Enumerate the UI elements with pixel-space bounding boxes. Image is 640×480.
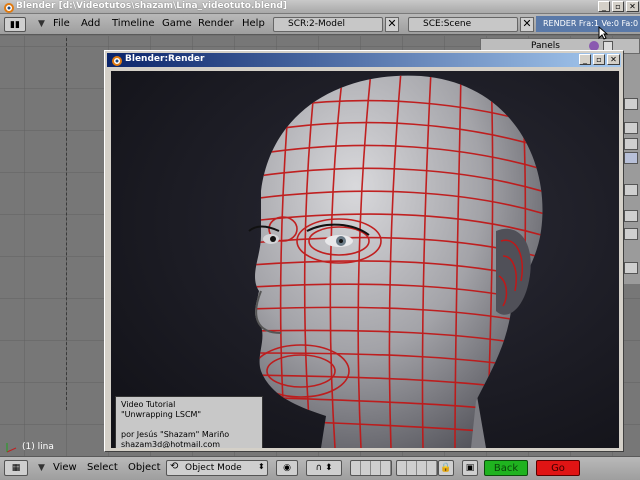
caption-line: "Unwrapping LSCM" [121,410,202,419]
layer-grid-icon[interactable] [396,460,438,476]
minimize-icon[interactable]: _ [598,1,610,12]
render-info-bar: RENDER Fra:1 Ve:0 Fa:0 [536,16,640,32]
panel-button[interactable] [624,262,638,274]
go-button[interactable]: Go [536,460,580,476]
scene-field-label: SCE:Scene [423,19,472,29]
panel-button[interactable] [624,152,638,164]
menu-view[interactable]: View [53,462,77,473]
caption-line: por Jesús "Shazam" Mariño [121,430,230,439]
panel-button[interactable] [624,122,638,134]
render-window-title: Blender:Render [125,54,205,64]
back-button[interactable]: Back [484,460,528,476]
menu-game[interactable]: Game [162,18,192,29]
caption-line: Video Tutorial [121,400,176,409]
camera-frame-line [66,38,67,410]
panel-button[interactable] [624,138,638,150]
render-window[interactable]: Blender:Render _ ▫ ✕ Video Tutorial "Unw… [104,50,624,452]
menu-timeline[interactable]: Timeline [112,18,155,29]
maximize-icon[interactable]: ▫ [593,54,605,65]
render-window-title-bar: Blender:Render _ ▫ ✕ [107,53,621,67]
layer-grid-icon[interactable] [350,460,392,476]
mode-select-value: Object Mode [185,463,242,473]
chevron-down-icon[interactable]: ▼ [38,463,45,473]
axis-gizmo-icon [6,443,17,453]
rendered-head-image [111,71,619,448]
minimize-icon[interactable]: _ [579,54,591,65]
screen-field-label: SCR:2-Model [288,19,346,29]
panel-button[interactable] [624,184,638,196]
chevron-updown-icon: ⬍ [258,462,265,471]
mode-selector[interactable]: Object Mode [166,460,268,476]
close-icon[interactable]: ✕ [607,54,620,65]
blender-logo-icon [4,3,14,13]
render-icon[interactable]: ▣ [462,460,478,476]
scene-delete-button[interactable]: ✕ [520,17,534,32]
screen-delete-button[interactable]: ✕ [385,17,399,32]
chevron-down-icon[interactable]: ▼ [38,19,45,29]
scene-selector[interactable]: SCE:Scene [408,17,518,32]
tutorial-caption-box: Video Tutorial "Unwrapping LSCM" por Jes… [115,396,263,448]
app-title-bar: Blender [d:\Videotutos\shazam\Lina_video… [0,0,640,14]
viewport-shading-icon[interactable]: ◉ [276,460,298,476]
menu-add[interactable]: Add [81,18,100,29]
panel-button[interactable] [624,98,638,110]
blender-logo-icon [112,56,122,66]
editor-type-icon[interactable]: ▦ [4,460,28,476]
menu-file[interactable]: File [53,18,70,29]
screen-selector[interactable]: SCR:2-Model [273,17,383,32]
menu-object[interactable]: Object [128,462,161,473]
editor-type-icon[interactable]: ▮▮ [4,17,26,32]
app-title: Blender [d:\Videotutos\shazam\Lina_video… [16,1,287,11]
panel-button[interactable] [624,228,638,240]
menu-select[interactable]: Select [87,462,118,473]
render-image: Video Tutorial "Unwrapping LSCM" por Jes… [111,71,619,448]
panel-button[interactable] [624,210,638,222]
active-object-label: (1) lina [22,442,54,452]
menu-render[interactable]: Render [198,18,234,29]
caption-line: shazam3d@hotmail.com [121,440,221,448]
object-mode-icon: ⟲ [170,461,179,472]
menu-help[interactable]: Help [242,18,265,29]
maximize-icon[interactable]: ▫ [612,1,624,12]
mouse-cursor-icon [598,26,608,40]
snap-icon[interactable]: ∩ ⬍ [306,460,342,476]
close-icon[interactable]: ✕ [626,1,639,12]
lock-icon[interactable]: 🔒 [438,460,454,476]
